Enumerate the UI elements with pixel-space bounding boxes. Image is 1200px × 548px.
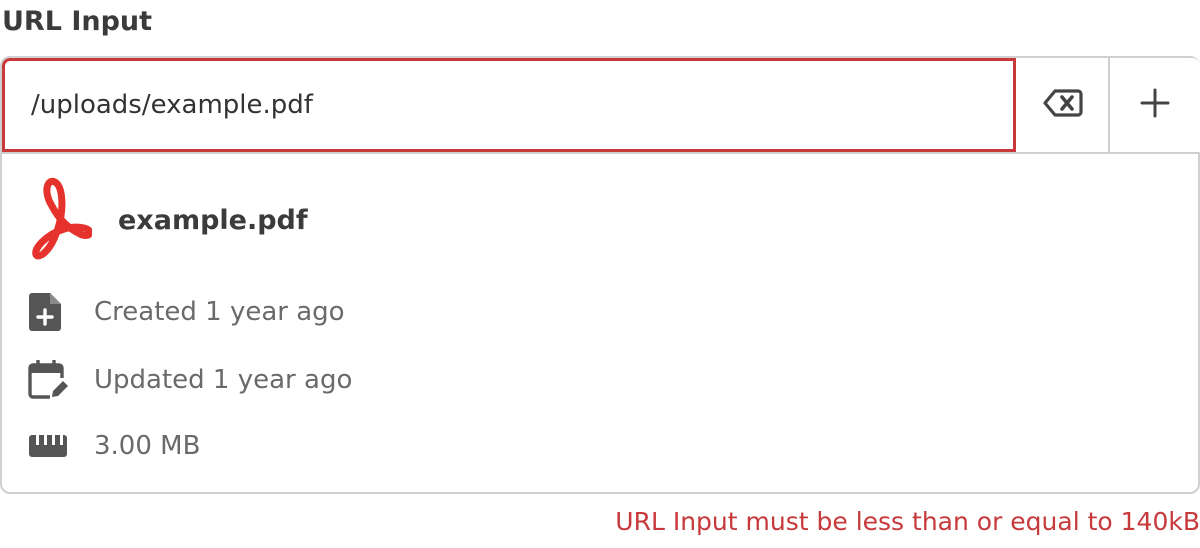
clear-button[interactable] <box>1018 58 1108 152</box>
add-button[interactable] <box>1108 58 1200 152</box>
adobe-acrobat-pdf-icon <box>28 176 94 264</box>
file-name: example.pdf <box>118 204 308 236</box>
updated-text: Updated 1 year ago <box>94 365 353 395</box>
size-row: 3.00 MB <box>28 426 200 466</box>
created-row: Created 1 year ago <box>28 292 345 332</box>
updated-row: Updated 1 year ago <box>28 360 352 400</box>
memory-chip-icon <box>28 426 72 466</box>
size-text: 3.00 MB <box>94 431 201 461</box>
created-text: Created 1 year ago <box>94 297 345 327</box>
input-row <box>2 58 1200 154</box>
file-header: example.pdf <box>28 176 308 264</box>
calendar-edit-icon <box>28 360 72 400</box>
field-label: URL Input <box>2 6 153 37</box>
url-input-widget: example.pdf Created 1 year ago <box>0 56 1200 494</box>
url-input[interactable] <box>2 58 1016 152</box>
backspace-clear-icon <box>1043 88 1083 122</box>
file-preview: example.pdf Created 1 year ago Updated 1… <box>2 154 1198 492</box>
validation-error: URL Input must be less than or equal to … <box>615 507 1200 536</box>
file-plus-icon <box>28 292 72 332</box>
plus-icon <box>1140 88 1170 122</box>
